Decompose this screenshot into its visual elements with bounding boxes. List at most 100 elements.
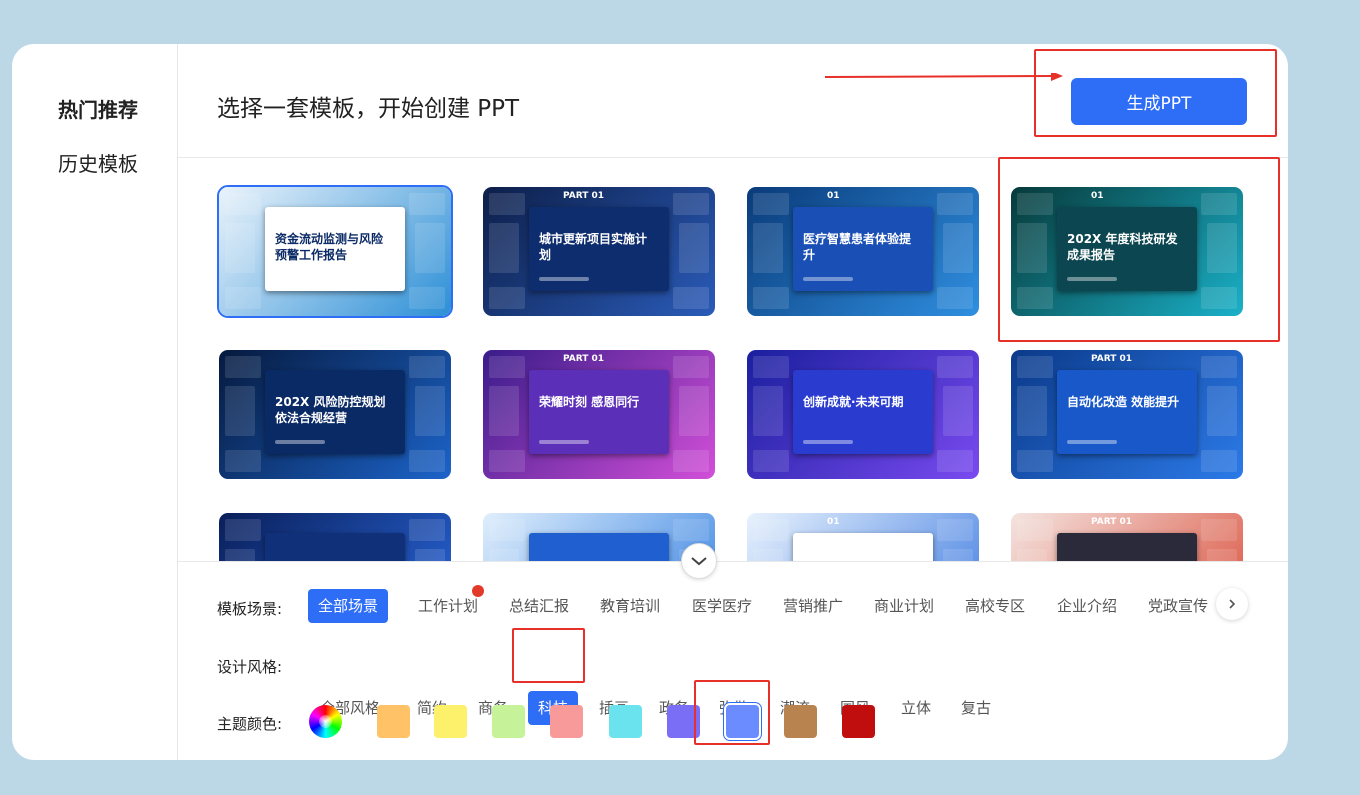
template-card[interactable]: 202X 风险防控规划 依法合规经营 [219,350,451,479]
scene-chip[interactable]: 工作计划 [408,585,488,623]
template-card[interactable]: 01 [747,513,979,561]
color-swatch[interactable] [842,705,875,738]
slide-thumbnail [489,223,519,273]
slide-thumbnail [415,549,445,561]
slide-thumbnail [943,223,973,273]
color-swatch[interactable] [492,705,525,738]
template-cover-slide [265,533,405,561]
slide-thumbnail [753,450,789,472]
slide-thumbnail [225,356,261,378]
template-title: 资金流动监测与风险预警工作报告 [275,232,384,262]
page-title: 选择一套模板，开始创建 PPT [217,96,520,122]
slide-thumbnail [937,193,973,215]
scene-chip[interactable]: 总结汇报 [499,589,579,623]
template-card[interactable]: PART 01 城市更新项目实施计划 [483,187,715,316]
scene-chip[interactable]: 高校专区 [955,589,1035,623]
scene-chip[interactable]: 党政宣传 [1138,589,1218,623]
template-card[interactable]: 01 医疗智慧患者体验提升 [747,187,979,316]
template-decor-bar [1067,440,1117,444]
scene-chip[interactable]: 企业介绍 [1047,589,1127,623]
template-title: 医疗智慧患者体验提升 [803,232,912,262]
template-decor-bar [803,277,853,281]
slide-thumbnail [409,356,445,378]
sidebar: 热门推荐 历史模板 [12,44,178,760]
template-title: 202X 风险防控规划 依法合规经营 [275,395,386,425]
color-swatch[interactable] [784,705,817,738]
expand-chevron-button[interactable] [681,543,717,579]
slide-thumbnail [415,386,445,436]
slide-thumbnail [679,223,709,273]
scene-chip[interactable]: 全部场景 [308,589,389,623]
slide-thumbnail [1017,549,1047,561]
slide-thumbnail [225,193,261,215]
slide-thumbnail [409,287,445,309]
slide-thumbnail [1207,223,1237,273]
slide-thumbnail [1207,549,1237,561]
template-title: 202X 年度科技研发成果报告 [1067,232,1178,262]
scene-chip[interactable]: 教育培训 [590,589,670,623]
slide-thumbnail [753,386,783,436]
color-swatch[interactable] [609,705,642,738]
template-part-label: 01 [827,191,840,201]
generate-ppt-button[interactable]: 生成PPT [1071,78,1247,125]
color-wheel-swatch[interactable] [309,705,342,738]
slide-thumbnail [1201,450,1237,472]
slide-thumbnail [1017,193,1053,215]
style-filter-label: 设计风格: [217,658,283,676]
template-card[interactable]: 资金流动监测与风险预警工作报告 [217,185,453,318]
slide-thumbnail [489,287,525,309]
template-card[interactable]: 创新成就·未来可期 [747,350,979,479]
slide-thumbnail [943,549,973,561]
chevron-right-icon [1229,599,1236,609]
slide-thumbnail [679,386,709,436]
slide-thumbnail [937,519,973,541]
slide-thumbnail [1017,450,1053,472]
sidebar-item-hot[interactable]: 热门推荐 [58,94,138,123]
slide-thumbnail [753,519,789,541]
template-card[interactable]: PART 01 自动化改造 效能提升 [1011,350,1243,479]
color-swatch[interactable] [726,705,759,738]
template-part-label: 01 [1091,191,1104,201]
color-swatch[interactable] [550,705,583,738]
scene-chip[interactable]: 商业计划 [864,589,944,623]
template-card[interactable]: PART 01 荣耀时刻 感恩同行 [483,350,715,479]
slide-thumbnail [415,223,445,273]
slide-thumbnail [1201,287,1237,309]
slide-thumbnail [673,193,709,215]
slide-thumbnail [409,519,445,541]
hot-badge-icon [472,585,485,597]
template-title: 创新成就·未来可期 [803,395,904,409]
color-filter-label: 主题颜色: [217,715,283,733]
chevron-down-icon [691,557,707,566]
scene-chip[interactable]: 营销推广 [773,589,853,623]
sidebar-item-history[interactable]: 历史模板 [58,148,138,177]
slide-thumbnail [943,386,973,436]
slide-thumbnail [1201,193,1237,215]
slide-thumbnail [753,287,789,309]
template-card[interactable]: 01 202X 年度科技研发成果报告 [1011,187,1243,316]
template-card[interactable] [219,513,451,561]
template-part-label: PART 01 [1091,354,1133,364]
slide-thumbnail [225,519,261,541]
slide-thumbnail [1201,356,1237,378]
slide-thumbnail [753,223,783,273]
slide-thumbnail [225,386,255,436]
scene-chip[interactable]: 医学医疗 [682,589,762,623]
slide-thumbnail [937,287,973,309]
color-swatch[interactable] [377,705,410,738]
scene-scroll-right-button[interactable] [1216,588,1248,620]
slide-thumbnail [1017,519,1053,541]
slide-thumbnail [489,356,525,378]
color-swatch[interactable] [667,705,700,738]
template-part-label: 01 [827,517,840,527]
slide-thumbnail [1201,519,1237,541]
style-chip[interactable]: 复古 [951,691,1001,725]
color-swatch[interactable] [434,705,467,738]
template-card[interactable] [483,513,715,561]
style-chip[interactable]: 立体 [891,691,941,725]
slide-thumbnail [225,223,255,273]
slide-thumbnail [937,450,973,472]
annotation-arrow [825,73,1063,81]
template-card[interactable]: PART 01 [1011,513,1243,561]
slide-thumbnail [1017,356,1053,378]
